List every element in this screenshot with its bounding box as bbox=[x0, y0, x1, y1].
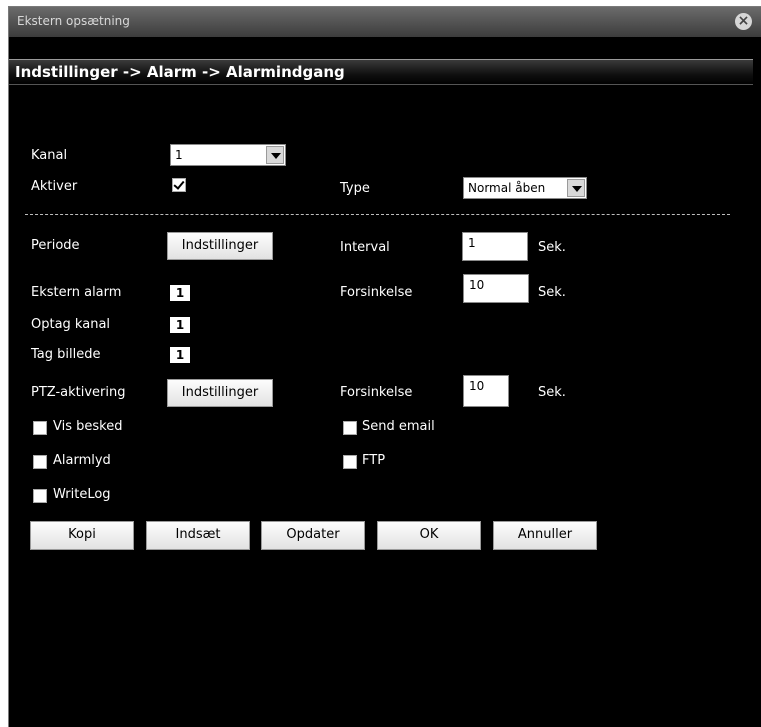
kanal-value: 1 bbox=[175, 148, 183, 162]
send-email-checkbox[interactable] bbox=[343, 421, 357, 435]
interval-unit: Sek. bbox=[538, 240, 566, 255]
periode-label: Periode bbox=[31, 238, 80, 253]
forsinkelse-label: Forsinkelse bbox=[340, 285, 413, 300]
opdater-button[interactable]: Opdater bbox=[261, 521, 365, 550]
ok-button[interactable]: OK bbox=[377, 521, 481, 550]
optag-kanal-channel[interactable]: 1 bbox=[170, 317, 190, 333]
alarmlyd-checkbox[interactable] bbox=[33, 455, 47, 469]
optag-kanal-label: Optag kanal bbox=[31, 317, 111, 332]
tag-billede-label: Tag billede bbox=[31, 347, 101, 362]
kopi-button[interactable]: Kopi bbox=[30, 521, 134, 550]
ekstern-alarm-label: Ekstern alarm bbox=[31, 285, 122, 300]
type-label: Type bbox=[340, 181, 370, 196]
window-title: Ekstern opsætning bbox=[17, 14, 130, 28]
settings-window: Ekstern opsætning × Indstillinger -> Ala… bbox=[8, 6, 761, 727]
breadcrumb-text: Indstillinger -> Alarm -> Alarmindgang bbox=[15, 63, 345, 81]
type-select[interactable]: Normal åben bbox=[463, 177, 587, 199]
periode-settings-button[interactable]: Indstillinger bbox=[167, 232, 273, 260]
ekstern-alarm-channel[interactable]: 1 bbox=[170, 285, 190, 301]
interval-label: Interval bbox=[340, 240, 390, 255]
ftp-checkbox[interactable] bbox=[343, 455, 357, 469]
kanal-label: Kanal bbox=[31, 148, 68, 163]
annuller-button[interactable]: Annuller bbox=[493, 521, 597, 550]
vis-besked-checkbox[interactable] bbox=[33, 421, 47, 435]
alarmlyd-label: Alarmlyd bbox=[53, 453, 111, 468]
ptz-forsinkelse-input[interactable]: 10 bbox=[463, 375, 509, 407]
aktiver-label: Aktiver bbox=[31, 179, 78, 194]
ptz-forsinkelse-unit: Sek. bbox=[538, 385, 566, 400]
ptz-forsinkelse-label: Forsinkelse bbox=[340, 385, 413, 400]
chevron-down-icon[interactable] bbox=[266, 146, 284, 164]
interval-input[interactable]: 1 bbox=[462, 232, 528, 261]
chevron-down-icon[interactable] bbox=[567, 179, 585, 197]
title-bar: Ekstern opsætning × bbox=[9, 7, 761, 37]
kanal-select[interactable]: 1 bbox=[170, 144, 286, 166]
ptz-label: PTZ-aktivering bbox=[31, 385, 126, 400]
breadcrumb: Indstillinger -> Alarm -> Alarmindgang bbox=[9, 59, 753, 85]
vis-besked-label: Vis besked bbox=[53, 419, 123, 434]
section-divider bbox=[25, 214, 730, 215]
writelog-checkbox[interactable] bbox=[33, 489, 47, 503]
indsaet-button[interactable]: Indsæt bbox=[146, 521, 250, 550]
aktiver-checkbox[interactable] bbox=[172, 178, 186, 192]
forsinkelse-input[interactable]: 10 bbox=[463, 274, 529, 303]
ftp-label: FTP bbox=[362, 453, 386, 468]
ptz-settings-button[interactable]: Indstillinger bbox=[167, 379, 273, 407]
type-value: Normal åben bbox=[468, 181, 546, 195]
send-email-label: Send email bbox=[362, 419, 435, 434]
tag-billede-channel[interactable]: 1 bbox=[170, 347, 190, 363]
writelog-label: WriteLog bbox=[53, 487, 111, 502]
forsinkelse-unit: Sek. bbox=[538, 285, 566, 300]
close-icon[interactable]: × bbox=[735, 13, 752, 30]
